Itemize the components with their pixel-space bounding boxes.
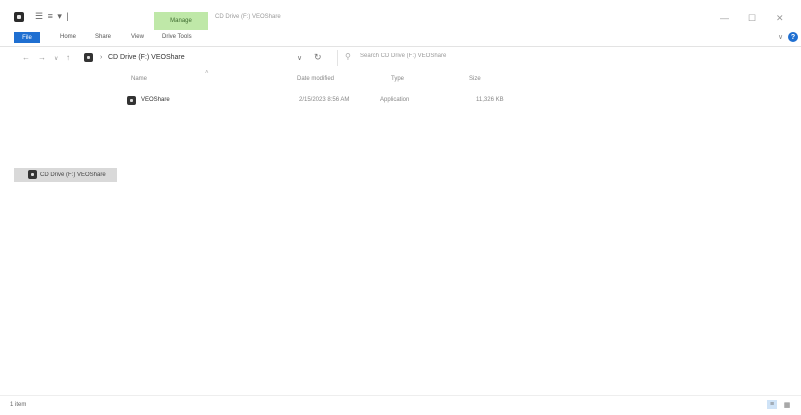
tab-manage[interactable]: Manage (154, 12, 208, 30)
up-arrow-icon[interactable]: ↑ (66, 53, 70, 62)
maximize-button[interactable]: ☐ (748, 13, 756, 24)
tab-view[interactable]: View (131, 34, 144, 40)
tab-home[interactable]: Home (60, 34, 76, 40)
help-icon[interactable]: ? (788, 32, 798, 42)
item-count: 1 item (10, 402, 27, 408)
search-icon: ⚲ (345, 52, 351, 61)
address-bar[interactable]: CD Drive (F:) VEOShare (108, 54, 185, 61)
title-bar: ☰ ≡ ▾ | Manage CD Drive (F:) VEOShare — … (0, 0, 801, 31)
column-header-type[interactable]: Type (391, 76, 404, 82)
quick-access-toolbar[interactable]: ☰ ≡ ▾ | (35, 11, 70, 22)
address-dropdown-icon[interactable]: ∨ (297, 54, 302, 62)
forward-arrow-icon[interactable]: → (38, 53, 46, 62)
file-type: Application (380, 97, 410, 103)
ribbon-tabs (0, 31, 801, 44)
close-button[interactable]: ✕ (776, 13, 784, 24)
recent-locations-icon[interactable]: ∨ (54, 55, 58, 62)
cd-drive-icon (84, 53, 93, 62)
tab-file[interactable]: File (14, 32, 40, 43)
column-header-size[interactable]: Size (469, 76, 481, 82)
app-icon (14, 12, 24, 22)
sort-arrow-icon: ˄ (205, 70, 209, 76)
column-header-name[interactable]: Name (131, 76, 147, 82)
tab-share[interactable]: Share (95, 34, 111, 40)
details-view-icon[interactable]: ≡ (767, 400, 777, 409)
back-arrow-icon[interactable]: ← (22, 53, 30, 62)
search-input[interactable] (360, 53, 780, 59)
tiles-view-icon[interactable]: ▦ (782, 400, 792, 409)
nav-pane-item-label: CD Drive (F:) VEOShare (40, 172, 106, 178)
ribbon-divider (0, 46, 801, 47)
search-box[interactable]: ⚲ (337, 50, 796, 66)
address-separator[interactable]: › (100, 54, 102, 61)
table-row[interactable]: VEOShare 2/15/2023 8:56 AM Application 1… (124, 95, 534, 107)
nav-pane-item-cd-drive[interactable]: CD Drive (F:) VEOShare (14, 168, 117, 182)
minimize-button[interactable]: — (720, 13, 729, 23)
refresh-icon[interactable]: ↻ (314, 52, 322, 63)
chevron-down-icon[interactable]: ∨ (778, 33, 783, 41)
file-size: 11,326 KB (476, 97, 504, 103)
cd-drive-icon (28, 170, 37, 179)
column-header-date-modified[interactable]: Date modified (297, 76, 334, 82)
file-name: VEOShare (141, 97, 170, 103)
status-divider (0, 395, 801, 396)
window-title: CD Drive (F:) VEOShare (215, 14, 281, 20)
file-date-modified: 2/15/2023 8:56 AM (299, 97, 350, 103)
tab-drive-tools[interactable]: Drive Tools (162, 34, 192, 40)
status-bar: 1 item ≡ ▦ (0, 397, 801, 415)
application-icon (127, 96, 136, 105)
